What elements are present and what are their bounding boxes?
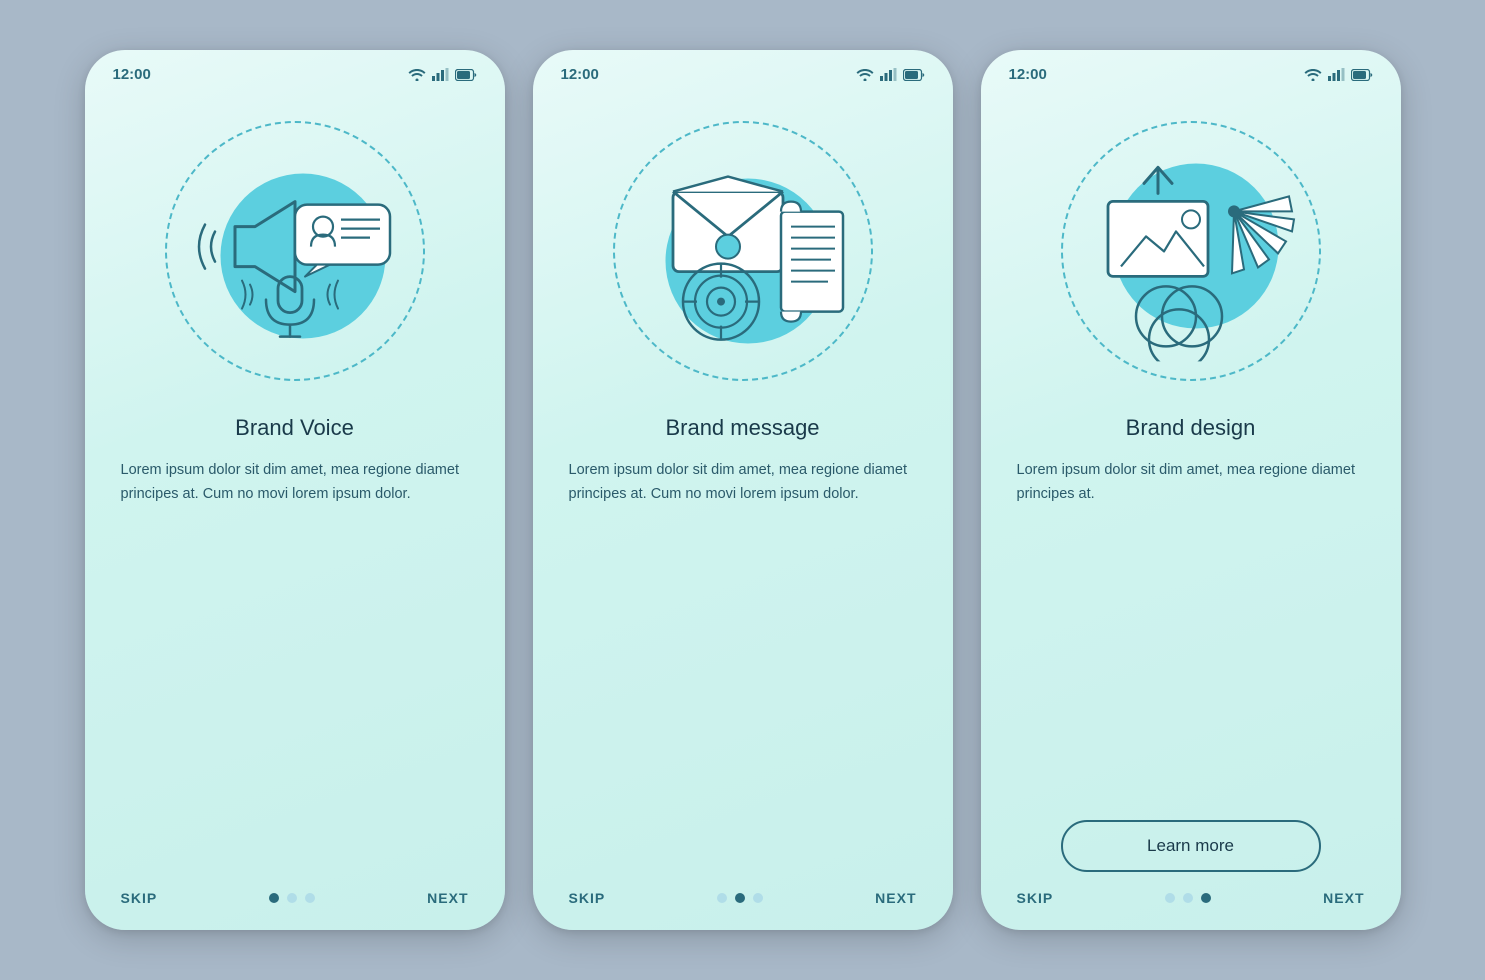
dot-3-1	[1165, 893, 1175, 903]
phone-brand-message: 12:00	[533, 50, 953, 930]
status-time-3: 12:00	[1009, 66, 1047, 83]
screen-body-2: Lorem ipsum dolor sit dim amet, mea regi…	[569, 459, 917, 872]
nav-dots-3	[1165, 893, 1211, 903]
screen-title-2: Brand message	[569, 415, 917, 441]
battery-icon-2	[903, 69, 925, 81]
phones-container: 12:00	[85, 50, 1401, 930]
status-time-2: 12:00	[561, 66, 599, 83]
next-button-3[interactable]: NEXT	[1323, 890, 1364, 906]
nav-dots-2	[717, 893, 763, 903]
brand-message-icon	[613, 137, 873, 357]
phone-bottom-1: SKIP NEXT	[85, 890, 505, 906]
signal-icon	[432, 68, 449, 81]
signal-icon-3	[1328, 68, 1345, 81]
phone-bottom-2: SKIP NEXT	[533, 890, 953, 906]
signal-icon-2	[880, 68, 897, 81]
next-button-1[interactable]: NEXT	[427, 890, 468, 906]
phone-content-1: Brand Voice Lorem ipsum dolor sit dim am…	[85, 411, 505, 872]
status-bar-1: 12:00	[85, 50, 505, 91]
brand-voice-icon	[165, 137, 425, 357]
brand-design-icon	[1056, 131, 1326, 361]
screen-body-1: Lorem ipsum dolor sit dim amet, mea regi…	[121, 459, 469, 872]
dot-3-2	[1183, 893, 1193, 903]
status-time-1: 12:00	[113, 66, 151, 83]
wifi-icon	[408, 68, 426, 81]
illustration-brand-voice	[85, 91, 505, 411]
dot-3-active	[1201, 893, 1211, 903]
wifi-icon-2	[856, 68, 874, 81]
phone-content-2: Brand message Lorem ipsum dolor sit dim …	[533, 411, 953, 872]
dot-2-1	[717, 893, 727, 903]
status-bar-2: 12:00	[533, 50, 953, 91]
dot-2-active	[735, 893, 745, 903]
skip-button-3[interactable]: SKIP	[1017, 890, 1054, 906]
battery-icon	[455, 69, 477, 81]
dot-1-2	[287, 893, 297, 903]
dot-1-3	[305, 893, 315, 903]
phone-brand-design: 12:00	[981, 50, 1401, 930]
screen-title-3: Brand design	[1017, 415, 1365, 441]
status-icons-2	[856, 68, 925, 81]
next-button-2[interactable]: NEXT	[875, 890, 916, 906]
illustration-brand-message	[533, 91, 953, 411]
dot-1-active	[269, 893, 279, 903]
status-bar-3: 12:00	[981, 50, 1401, 91]
nav-dots-1	[269, 893, 315, 903]
screen-title-1: Brand Voice	[121, 415, 469, 441]
battery-icon-3	[1351, 69, 1373, 81]
skip-button-1[interactable]: SKIP	[121, 890, 158, 906]
wifi-icon-3	[1304, 68, 1322, 81]
learn-more-button[interactable]: Learn more	[1061, 820, 1321, 872]
phone-content-3: Brand design Lorem ipsum dolor sit dim a…	[981, 411, 1401, 872]
dot-2-3	[753, 893, 763, 903]
screen-body-3: Lorem ipsum dolor sit dim amet, mea regi…	[1017, 459, 1365, 802]
illustration-brand-design	[981, 91, 1401, 411]
status-icons-1	[408, 68, 477, 81]
phone-bottom-3: SKIP NEXT	[981, 890, 1401, 906]
skip-button-2[interactable]: SKIP	[569, 890, 606, 906]
phone-brand-voice: 12:00	[85, 50, 505, 930]
status-icons-3	[1304, 68, 1373, 81]
